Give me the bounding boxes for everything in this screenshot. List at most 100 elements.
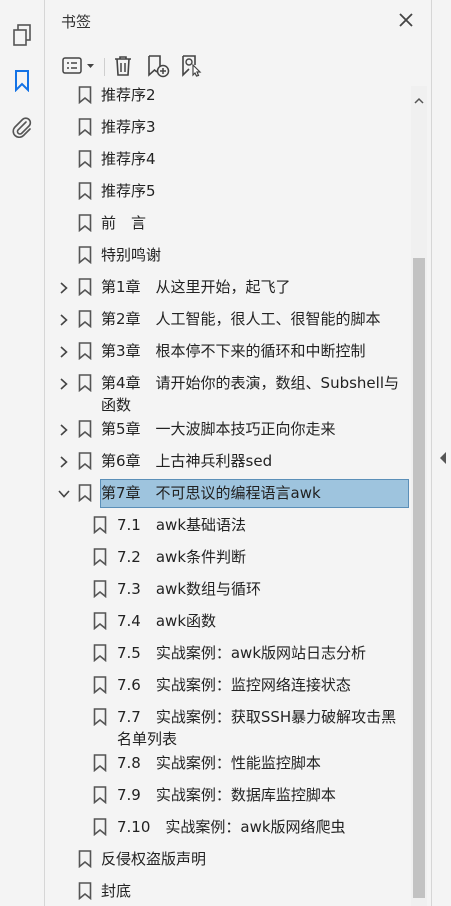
bookmark-item[interactable]: 第6章 上古神兵利器sed bbox=[45, 450, 411, 472]
chevron-right-icon[interactable] bbox=[57, 454, 71, 468]
chevron-up-icon bbox=[414, 97, 424, 104]
bookmark-label: 前 言 bbox=[101, 214, 147, 232]
bookmark-subitem[interactable]: 7.2 awk条件判断 bbox=[45, 546, 411, 568]
toolbar-divider bbox=[104, 58, 105, 76]
bookmark-subitem[interactable]: 7.9 实战案例：数据库监控脚本 bbox=[45, 784, 411, 806]
bookmark-icon bbox=[93, 786, 107, 805]
bookmark-item[interactable]: 第1章 从这里开始，起飞了 bbox=[45, 276, 411, 298]
bookmark-item[interactable]: 封底 bbox=[45, 880, 411, 902]
bookmark-icon[interactable] bbox=[10, 69, 34, 93]
bookmark-item[interactable]: 反侵权盗版声明 bbox=[45, 848, 411, 870]
bookmarks-panel: 书签 推荐序2 推荐序3 推荐序4 推荐序5 前 言特别鸣谢 第1章 从这里开始，起飞了第… bbox=[45, 0, 431, 906]
bookmark-item[interactable]: 推荐序4 bbox=[45, 148, 411, 170]
bookmark-item[interactable]: 第3章 根本停不下来的循环和中断控制 bbox=[45, 340, 411, 362]
triangle-left-icon bbox=[440, 452, 446, 464]
bookmark-item[interactable]: 前 言 bbox=[45, 212, 411, 234]
bookmark-label: 第6章 上古神兵利器sed bbox=[101, 452, 273, 470]
bookmark-label: 7.9 实战案例：数据库监控脚本 bbox=[117, 786, 336, 804]
bookmark-label: 第5章 一大波脚本技巧正向你走来 bbox=[101, 420, 336, 438]
bookmark-label: 7.6 实战案例：监控网络连接状态 bbox=[117, 676, 351, 694]
bookmark-icon bbox=[93, 708, 107, 727]
chevron-right-icon[interactable] bbox=[57, 280, 71, 294]
bookmark-label: 7.5 实战案例：awk版网站日志分析 bbox=[117, 644, 367, 662]
bookmark-selection-icon bbox=[182, 55, 202, 77]
bookmark-item[interactable]: 第2章 人工智能，很人工、很智能的脚本 bbox=[45, 308, 411, 330]
bookmark-label: 7.10 实战案例：awk版网络爬虫 bbox=[117, 818, 346, 836]
bookmark-label: 7.8 实战案例：性能监控脚本 bbox=[117, 754, 321, 772]
chevron-down-icon[interactable] bbox=[57, 486, 71, 500]
chevron-right-icon[interactable] bbox=[57, 344, 71, 358]
bookmark-icon bbox=[78, 246, 92, 265]
bookmark-icon bbox=[78, 850, 92, 869]
bookmark-toolbar bbox=[45, 48, 431, 84]
bookmark-from-selection-button[interactable] bbox=[179, 52, 205, 80]
bookmark-icon bbox=[78, 214, 92, 233]
bookmark-label: 7.7 实战案例：获取SSH暴力破解攻击黑名单列表 bbox=[117, 708, 397, 748]
bookmark-icon bbox=[78, 484, 92, 503]
bookmark-label: 反侵权盗版声明 bbox=[101, 850, 207, 868]
chevron-right-icon[interactable] bbox=[57, 422, 71, 436]
bookmark-label: 第7章 不可思议的编程语言awk bbox=[101, 484, 321, 502]
bookmark-icon bbox=[93, 818, 107, 837]
bookmark-icon bbox=[78, 342, 92, 361]
bookmark-subitem[interactable]: 7.7 实战案例：获取SSH暴力破解攻击黑名单列表 bbox=[45, 706, 411, 750]
scroll-up-arrow[interactable] bbox=[411, 94, 427, 106]
bookmark-icon bbox=[78, 118, 92, 137]
bookmark-label: 推荐序5 bbox=[101, 182, 156, 200]
bookmark-item[interactable]: 第7章 不可思议的编程语言awk bbox=[45, 479, 411, 508]
bookmark-subitem[interactable]: 7.4 awk函数 bbox=[45, 610, 411, 632]
new-bookmark-button[interactable] bbox=[145, 52, 171, 80]
document-pane-edge bbox=[431, 0, 451, 906]
bookmark-item[interactable]: 第5章 一大波脚本技巧正向你走来 bbox=[45, 418, 411, 440]
bookmark-subitem[interactable]: 7.1 awk基础语法 bbox=[45, 514, 411, 536]
panel-title: 书签 bbox=[61, 13, 92, 31]
delete-button[interactable] bbox=[111, 52, 135, 80]
bookmark-item[interactable]: 推荐序5 bbox=[45, 180, 411, 202]
bookmark-label: 7.4 awk函数 bbox=[117, 612, 217, 630]
close-icon bbox=[399, 13, 413, 27]
bookmark-label: 第2章 人工智能，很人工、很智能的脚本 bbox=[101, 310, 381, 328]
bookmark-label: 7.2 awk条件判断 bbox=[117, 548, 247, 566]
bookmark-label: 推荐序2 bbox=[101, 86, 156, 104]
bookmark-icon bbox=[78, 310, 92, 329]
bookmark-label: 7.1 awk基础语法 bbox=[117, 516, 247, 534]
close-button[interactable] bbox=[395, 9, 417, 31]
bookmark-icon bbox=[78, 278, 92, 297]
bookmark-item[interactable]: 推荐序2 bbox=[45, 86, 411, 106]
bookmark-subitem[interactable]: 7.5 实战案例：awk版网站日志分析 bbox=[45, 642, 411, 664]
chevron-right-icon[interactable] bbox=[57, 312, 71, 326]
bookmark-icon bbox=[93, 580, 107, 599]
bookmark-icon bbox=[93, 612, 107, 631]
bookmark-icon bbox=[78, 182, 92, 201]
bookmark-subitem[interactable]: 7.3 awk数组与循环 bbox=[45, 578, 411, 600]
bookmark-icon bbox=[78, 452, 92, 471]
scroll-thumb[interactable] bbox=[413, 258, 425, 898]
new-bookmark-icon bbox=[148, 55, 170, 78]
bookmark-label: 第1章 从这里开始，起飞了 bbox=[101, 278, 291, 296]
bookmark-icon bbox=[93, 548, 107, 567]
bookmark-icon bbox=[93, 754, 107, 773]
bookmark-item[interactable]: 第4章 请开始你的表演，数组、Subshell与函数 bbox=[45, 372, 411, 416]
bookmark-subitem[interactable]: 7.6 实战案例：监控网络连接状态 bbox=[45, 674, 411, 696]
list-options-icon bbox=[62, 57, 94, 74]
bookmark-label: 7.3 awk数组与循环 bbox=[117, 580, 262, 598]
attachment-icon[interactable] bbox=[10, 115, 34, 139]
options-menu-button[interactable] bbox=[59, 52, 99, 80]
bookmark-label: 第3章 根本停不下来的循环和中断控制 bbox=[101, 342, 366, 360]
chevron-right-icon[interactable] bbox=[57, 376, 71, 390]
bookmark-label: 第4章 请开始你的表演，数组、Subshell与函数 bbox=[101, 374, 399, 414]
vertical-scrollbar[interactable] bbox=[411, 86, 427, 906]
bookmark-subitem[interactable]: 7.8 实战案例：性能监控脚本 bbox=[45, 752, 411, 774]
bookmark-list: 推荐序2 推荐序3 推荐序4 推荐序5 前 言特别鸣谢第1章 从这里开始，起飞了第2章 … bbox=[45, 86, 411, 906]
bookmark-subitem[interactable]: 7.10 实战案例：awk版网络爬虫 bbox=[45, 816, 411, 838]
pages-icon[interactable] bbox=[10, 23, 34, 47]
collapse-panel-button[interactable] bbox=[438, 450, 448, 464]
bookmark-icon bbox=[78, 86, 92, 105]
bookmark-item[interactable]: 特别鸣谢 bbox=[45, 244, 411, 266]
bookmark-item[interactable]: 推荐序3 bbox=[45, 116, 411, 138]
bookmark-label: 推荐序4 bbox=[101, 150, 156, 168]
bookmark-label: 封底 bbox=[101, 882, 132, 900]
bookmark-icon bbox=[78, 150, 92, 169]
bookmark-label: 推荐序3 bbox=[101, 118, 156, 136]
bookmark-icon bbox=[93, 644, 107, 663]
